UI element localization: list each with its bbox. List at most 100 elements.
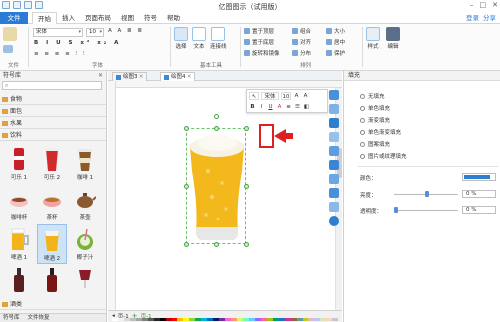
tab-file[interactable]: 文件 bbox=[0, 12, 28, 24]
symbol-coffee-mug[interactable]: 咖啡杯 bbox=[4, 184, 34, 224]
underline-button[interactable]: U bbox=[267, 103, 274, 111]
symbol-wine-glass[interactable] bbox=[70, 264, 100, 294]
resize-handle[interactable] bbox=[244, 126, 249, 131]
font-color-button[interactable]: A bbox=[276, 103, 283, 111]
resize-handle[interactable] bbox=[214, 242, 219, 247]
grow-font-icon[interactable]: A bbox=[293, 92, 300, 100]
style-button[interactable]: 样式 bbox=[366, 27, 380, 50]
category-bread[interactable]: 面包 bbox=[0, 106, 106, 117]
data-panel-icon[interactable] bbox=[329, 174, 339, 184]
fill-option-none[interactable]: 无填充 bbox=[360, 92, 385, 100]
select-tool-button[interactable]: 选择 bbox=[174, 27, 188, 50]
fill-option-single-gradient[interactable]: 单色渐变填充 bbox=[360, 128, 401, 136]
color-palette[interactable] bbox=[112, 318, 339, 321]
comment-panel-icon[interactable] bbox=[329, 188, 339, 198]
doc-tab-drawing4[interactable]: 绘图4 ✕ bbox=[160, 72, 195, 81]
login-link[interactable]: 登录 bbox=[466, 12, 479, 24]
fill-option-pattern[interactable]: 图案填充 bbox=[360, 140, 390, 148]
ribbon-separator bbox=[170, 27, 171, 67]
symbol-wine-bottle-2[interactable] bbox=[37, 264, 67, 294]
fill-color-picker[interactable] bbox=[462, 173, 496, 181]
align-button[interactable]: 对齐 bbox=[292, 38, 311, 46]
drawing-canvas[interactable] bbox=[108, 81, 342, 310]
share-link[interactable]: 分享 bbox=[483, 12, 496, 24]
rotate-mirror-button[interactable]: 旋转和镜像 bbox=[244, 49, 280, 57]
resize-handle[interactable] bbox=[184, 242, 189, 247]
bring-to-front-button[interactable]: 置于顶层 bbox=[244, 27, 274, 35]
protect-button[interactable]: 保护 bbox=[326, 49, 345, 57]
lock-icon bbox=[326, 50, 332, 56]
font-style-buttons[interactable]: B I U S x² x₂ A bbox=[34, 40, 121, 46]
category-wine[interactable]: 酒类 bbox=[0, 299, 106, 310]
brightness-slider-knob[interactable] bbox=[425, 191, 429, 197]
symbol-beer-2[interactable]: 啤酒 2 bbox=[37, 224, 67, 264]
category-fruit[interactable]: 水果 bbox=[0, 118, 106, 129]
transparency-slider-knob[interactable] bbox=[394, 207, 398, 213]
tab-file-recovery[interactable]: 文件恢复 bbox=[28, 314, 50, 322]
fill-panel-icon[interactable] bbox=[329, 90, 339, 100]
symbol-cola-2[interactable]: 可乐 2 bbox=[37, 144, 67, 184]
font-grow-buttons[interactable]: A A ≣ ≣ bbox=[108, 28, 144, 34]
category-food[interactable]: 食物 bbox=[0, 94, 106, 105]
font-size-mini[interactable]: 10 bbox=[281, 92, 291, 100]
shadow-panel-icon[interactable] bbox=[329, 132, 339, 142]
palette-swatch[interactable] bbox=[332, 318, 339, 321]
layer-panel-icon[interactable] bbox=[329, 160, 339, 170]
paste-button[interactable] bbox=[3, 27, 17, 42]
symbol-search-input[interactable]: ⌕ bbox=[2, 81, 102, 90]
fill-option-gradient[interactable]: 渐变填充 bbox=[360, 116, 390, 124]
font-name-mini[interactable]: 宋体 bbox=[261, 92, 279, 100]
format-painter-button[interactable] bbox=[3, 45, 13, 54]
resize-handle[interactable] bbox=[214, 126, 219, 131]
send-to-back-button[interactable]: 置于底层 bbox=[244, 38, 274, 46]
image-panel-icon[interactable] bbox=[329, 118, 339, 128]
edit-button[interactable]: 编辑 bbox=[386, 27, 400, 50]
tab-symbol-library[interactable]: 符号库 bbox=[3, 314, 20, 322]
page-panel-icon[interactable] bbox=[329, 146, 339, 156]
transparency-slider[interactable] bbox=[394, 210, 458, 211]
bold-button[interactable]: B bbox=[249, 103, 256, 111]
brightness-value[interactable]: 0 % bbox=[462, 190, 496, 198]
symbol-cola-1[interactable]: 可乐 1 bbox=[4, 144, 34, 184]
fill-option-picture[interactable]: 图片或纹理填充 bbox=[360, 152, 407, 160]
symbol-coconut-juice[interactable]: 椰子汁 bbox=[70, 224, 100, 264]
shrink-font-icon[interactable]: A bbox=[302, 92, 309, 100]
size-button[interactable]: 大小 bbox=[326, 27, 345, 35]
category-drinks[interactable]: 饮料 bbox=[0, 130, 106, 141]
font-name-select[interactable]: 宋体 bbox=[33, 28, 83, 37]
align-icon[interactable]: ≡ bbox=[285, 103, 292, 111]
doc-tab-drawing3[interactable]: 绘图3 ✕ bbox=[112, 72, 147, 81]
symbol-wine-bottle[interactable] bbox=[4, 264, 34, 294]
resize-handle[interactable] bbox=[184, 184, 189, 189]
pointer-icon[interactable]: ↖ bbox=[249, 92, 259, 100]
fill-option-solid[interactable]: 单色填充 bbox=[360, 104, 390, 112]
transparency-value[interactable]: 0 % bbox=[462, 206, 496, 214]
resize-handle[interactable] bbox=[244, 184, 249, 189]
symbol-teapot[interactable]: 茶壶 bbox=[70, 184, 100, 224]
help-panel-icon[interactable] bbox=[329, 216, 339, 226]
symbol-label: 啤酒 1 bbox=[10, 255, 28, 261]
minimize-icon[interactable]: – bbox=[470, 1, 474, 9]
close-icon[interactable]: ✕ bbox=[98, 71, 103, 80]
close-icon[interactable]: ✕ bbox=[492, 1, 498, 9]
group-button[interactable]: 组合 bbox=[292, 27, 311, 35]
center-button[interactable]: 居中 bbox=[326, 38, 345, 46]
symbol-beer-1[interactable]: 啤酒 1 bbox=[4, 224, 34, 264]
rotate-handle[interactable] bbox=[214, 114, 219, 119]
symbol-coffee-1[interactable]: 咖啡 1 bbox=[70, 144, 100, 184]
italic-button[interactable]: I bbox=[258, 103, 265, 111]
distribute-button[interactable]: 分布 bbox=[292, 49, 311, 57]
symbol-tea-cup[interactable]: 茶杯 bbox=[37, 184, 67, 224]
hyperlink-panel-icon[interactable] bbox=[329, 202, 339, 212]
resize-handle[interactable] bbox=[184, 126, 189, 131]
resize-handle[interactable] bbox=[244, 242, 249, 247]
connector-tool-button[interactable]: 连接线 bbox=[210, 27, 227, 50]
line-panel-icon[interactable] bbox=[329, 104, 339, 114]
text-tool-button[interactable]: 文本 bbox=[192, 27, 206, 50]
maximize-icon[interactable]: □ bbox=[480, 1, 487, 9]
color-label: 颜色： bbox=[360, 176, 377, 182]
fill-icon[interactable]: ◧ bbox=[303, 103, 310, 111]
font-size-select[interactable]: 10 bbox=[86, 28, 104, 37]
list-icon[interactable]: ☰ bbox=[294, 103, 301, 111]
paragraph-buttons[interactable]: ≡ ≡ ≡ ≡ ⁝ ⁝ bbox=[34, 51, 87, 57]
